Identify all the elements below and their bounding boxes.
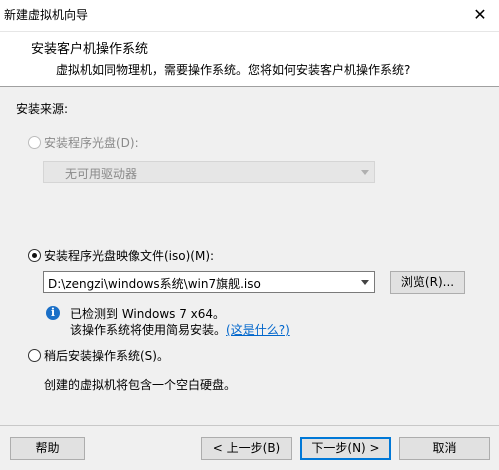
page-title: 安装客户机操作系统 <box>31 42 149 57</box>
help-button[interactable]: 帮助 <box>10 437 85 460</box>
easy-install-text: 该操作系统将使用简易安装。 <box>70 323 227 337</box>
drive-select[interactable]: 无可用驱动器 <box>43 161 375 183</box>
page-subtitle: 虚拟机如同物理机，需要操作系统。您将如何安装客户机操作系统? <box>56 63 411 77</box>
drive-select-value: 无可用驱动器 <box>65 167 138 181</box>
wizard-header: 安装客户机操作系统 虚拟机如同物理机，需要操作系统。您将如何安装客户机操作系统? <box>0 32 499 87</box>
install-source-label: 安装来源: <box>16 102 69 116</box>
disc-radio[interactable] <box>28 136 41 149</box>
iso-path-value: D:\zengzi\windows系统\win7旗舰.iso <box>48 277 261 291</box>
install-later-label: 稍后安装操作系统(S)。 <box>44 349 169 363</box>
iso-radio[interactable] <box>28 249 41 262</box>
close-icon[interactable]: ✕ <box>467 3 493 27</box>
next-button[interactable]: 下一步(N) > <box>300 437 391 460</box>
whats-this-link[interactable]: (这是什么?) <box>226 323 290 337</box>
window-title: 新建虚拟机向导 <box>4 8 89 22</box>
chevron-down-icon[interactable] <box>361 280 369 285</box>
cancel-button[interactable]: 取消 <box>399 437 490 460</box>
iso-path-combo[interactable]: D:\zengzi\windows系统\win7旗舰.iso <box>43 271 375 293</box>
chevron-down-icon <box>361 170 369 175</box>
detected-os-text: 已检测到 Windows 7 x64。 <box>70 307 226 321</box>
footer-divider <box>0 425 499 426</box>
title-bar: 新建虚拟机向导 ✕ <box>0 0 499 32</box>
iso-radio-label: 安装程序光盘映像文件(iso)(M): <box>44 249 215 263</box>
disc-radio-label: 安装程序光盘(D): <box>44 136 139 150</box>
install-later-description: 创建的虚拟机将包含一个空白硬盘。 <box>44 378 237 392</box>
back-button[interactable]: < 上一步(B) <box>201 437 292 460</box>
easy-install-line: 该操作系统将使用简易安装。(这是什么?) <box>70 321 290 338</box>
install-later-radio[interactable] <box>28 349 41 362</box>
info-icon: i <box>46 306 60 320</box>
browse-button[interactable]: 浏览(R)... <box>390 271 465 294</box>
